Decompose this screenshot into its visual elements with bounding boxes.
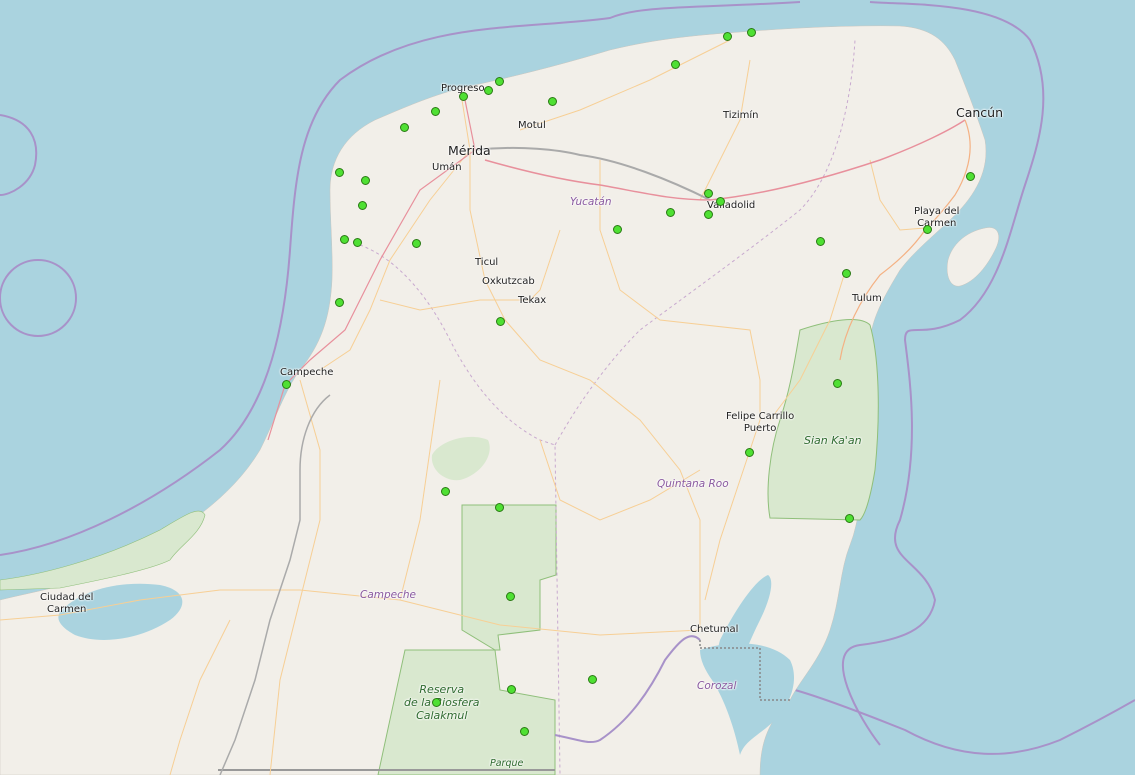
map-marker[interactable] — [431, 697, 441, 707]
city-label-tizimin: Tizimín — [723, 110, 759, 121]
city-label-cdc-line1: Ciudad del — [40, 592, 94, 603]
map-marker[interactable] — [506, 684, 516, 694]
map-marker[interactable] — [281, 379, 291, 389]
map-marker[interactable] — [670, 59, 680, 69]
city-label-cancun: Cancún — [956, 105, 1004, 120]
city-label-fcp-line1: Felipe Carrillo — [726, 411, 795, 422]
city-label-cdc-line2: Carmen — [47, 604, 87, 615]
city-label-playa-line1: Playa del — [914, 206, 960, 217]
city-label-ticul: Ticul — [475, 257, 499, 268]
map-marker[interactable] — [519, 726, 529, 736]
region-label-campeche: Campeche — [360, 589, 417, 601]
park-label-siankaan: Sian Ka'an — [804, 434, 862, 447]
city-label-tekax: Tekax — [518, 295, 547, 306]
park-label-calakmul-line2: de la Biosfera — [404, 696, 480, 709]
map-marker[interactable] — [430, 106, 440, 116]
city-label-valladolid: Valladolid — [707, 200, 756, 211]
map-marker[interactable] — [495, 316, 505, 326]
region-label-corozal: Corozal — [697, 680, 737, 692]
park-label-calakmul-line3: Calakmul — [416, 709, 468, 722]
park-label-parque: Parque — [490, 758, 524, 769]
map-marker[interactable] — [722, 31, 732, 41]
map-marker[interactable] — [815, 236, 825, 246]
city-label-motul: Motul — [518, 120, 546, 131]
map-marker[interactable] — [494, 502, 504, 512]
map-marker[interactable] — [744, 447, 754, 457]
map-marker[interactable] — [703, 209, 713, 219]
region-label-quintana-roo: Quintana Roo — [657, 478, 729, 490]
map-marker[interactable] — [505, 591, 515, 601]
city-label-felipe-carrillo-puerto: Felipe Carrillo Puerto — [726, 411, 794, 435]
map-view[interactable]: Cancún Mérida Progreso Motul Tizimín Umá… — [0, 0, 1135, 775]
city-label-tulum: Tulum — [852, 293, 882, 304]
map-marker[interactable] — [841, 268, 851, 278]
city-label-chetumal: Chetumal — [690, 624, 739, 635]
map-marker[interactable] — [494, 76, 504, 86]
map-marker[interactable] — [547, 96, 557, 106]
city-label-campeche: Campeche — [280, 367, 334, 378]
map-marker[interactable] — [440, 486, 450, 496]
map-marker[interactable] — [746, 27, 756, 37]
park-label-calakmul-line1: Reserva — [419, 683, 465, 696]
map-marker[interactable] — [612, 224, 622, 234]
city-label-fcp-line2: Puerto — [743, 423, 777, 434]
map-marker[interactable] — [483, 85, 493, 95]
map-marker[interactable] — [357, 200, 367, 210]
map-marker[interactable] — [339, 234, 349, 244]
map-marker[interactable] — [458, 91, 468, 101]
map-marker[interactable] — [334, 167, 344, 177]
map-marker[interactable] — [703, 188, 713, 198]
map-marker[interactable] — [665, 207, 675, 217]
map-marker[interactable] — [360, 175, 370, 185]
map-marker[interactable] — [334, 297, 344, 307]
map-marker[interactable] — [352, 237, 362, 247]
map-marker[interactable] — [844, 513, 854, 523]
map-marker[interactable] — [965, 171, 975, 181]
region-label-yucatan: Yucatán — [570, 196, 612, 208]
city-label-ciudad-del-carmen: Ciudad del Carmen — [40, 592, 93, 616]
city-label-uman: Umán — [432, 162, 462, 173]
park-label-calakmul: Reserva de la Biosfera Calakmul — [404, 683, 480, 722]
map-marker[interactable] — [922, 224, 932, 234]
map-marker[interactable] — [399, 122, 409, 132]
map-marker[interactable] — [411, 238, 421, 248]
map-marker[interactable] — [587, 674, 597, 684]
city-label-playa-del-carmen: Playa del Carmen — [914, 206, 959, 230]
city-label-oxkutzcab: Oxkutzcab — [482, 276, 535, 287]
city-label-merida: Mérida — [448, 143, 491, 158]
map-marker[interactable] — [715, 196, 725, 206]
map-marker[interactable] — [832, 378, 842, 388]
